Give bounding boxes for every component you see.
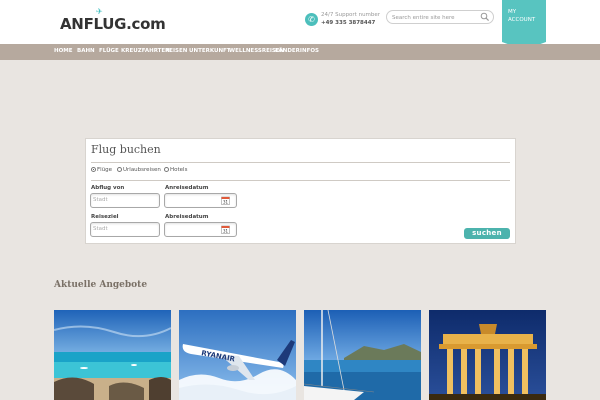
destination-placeholder: Stadt: [93, 226, 108, 232]
logo-text: ANFLUG.com: [60, 15, 166, 33]
nav-item-home[interactable]: HOME: [54, 48, 73, 54]
search-submit-button[interactable]: suchen: [464, 228, 510, 239]
flight-booking-form: Flug buchen Flüge Urlaubsreisen Hotels A…: [85, 138, 516, 244]
offer-plane-image[interactable]: RYANAIR: [179, 310, 296, 400]
offers-section-title: Aktuelle Angebote: [54, 280, 148, 290]
nav-item-kreuzfahrten[interactable]: KREUZFAHRTEN: [121, 48, 170, 54]
divider: [91, 180, 510, 181]
divider: [91, 162, 510, 163]
offer-brandenburg-gate-image[interactable]: [429, 310, 546, 400]
depart-date-label: Anreisedatum: [165, 185, 209, 191]
nav-item-unterkunft[interactable]: UNTERKUNFT: [189, 48, 231, 54]
calendar-icon[interactable]: 31: [221, 196, 230, 205]
depart-date-input[interactable]: 31: [164, 193, 237, 208]
calendar-number: 31: [223, 229, 229, 234]
calendar-number: 31: [223, 200, 229, 205]
account-line2: ACCOUNT: [508, 17, 536, 23]
radio-hotels[interactable]: Hotels: [164, 167, 187, 173]
search-input[interactable]: [392, 12, 480, 23]
main-nav: HOME BAHN FLÜGE KREUZFAHRTEN REISEN UNTE…: [0, 44, 600, 60]
radio-label: Urlaubsreisen: [123, 167, 161, 173]
from-label: Abflug von: [91, 185, 125, 191]
radio-selected-icon: [91, 167, 96, 172]
calendar-icon[interactable]: 31: [221, 225, 230, 234]
my-account-button[interactable]: MY ACCOUNT: [502, 0, 546, 42]
search-icon[interactable]: [480, 12, 490, 22]
phone-icon: ✆: [305, 13, 318, 26]
radio-icon: [164, 167, 169, 172]
offer-sailboat-image[interactable]: [304, 310, 421, 400]
site-logo[interactable]: ✈ ANFLUG.com: [60, 7, 166, 33]
radio-label: Flüge: [97, 167, 113, 173]
booking-title: Flug buchen: [91, 143, 161, 156]
nav-item-bahn[interactable]: BAHN: [77, 48, 95, 54]
destination-city-input[interactable]: Stadt: [90, 222, 160, 237]
nav-item-laenderinfos[interactable]: LÄNDERINFOS: [275, 48, 319, 54]
return-date-label: Abreisedatum: [165, 214, 209, 220]
nav-item-fluege[interactable]: FLÜGE: [99, 48, 119, 54]
from-placeholder: Stadt: [93, 197, 108, 203]
plane-logo-icon: ✈: [96, 7, 103, 16]
return-date-input[interactable]: 31: [164, 222, 237, 237]
radio-urlaubsreisen[interactable]: Urlaubsreisen: [117, 167, 161, 173]
account-line1: MY: [508, 9, 517, 15]
offer-beach-image[interactable]: [54, 310, 171, 400]
search-box: [386, 10, 494, 24]
radio-label: Hotels: [170, 167, 188, 173]
radio-fluege[interactable]: Flüge: [91, 167, 112, 173]
radio-icon: [117, 167, 122, 172]
from-city-input[interactable]: Stadt: [90, 193, 160, 208]
destination-label: Reiseziel: [91, 214, 119, 220]
nav-item-reisen[interactable]: REISEN: [165, 48, 187, 54]
